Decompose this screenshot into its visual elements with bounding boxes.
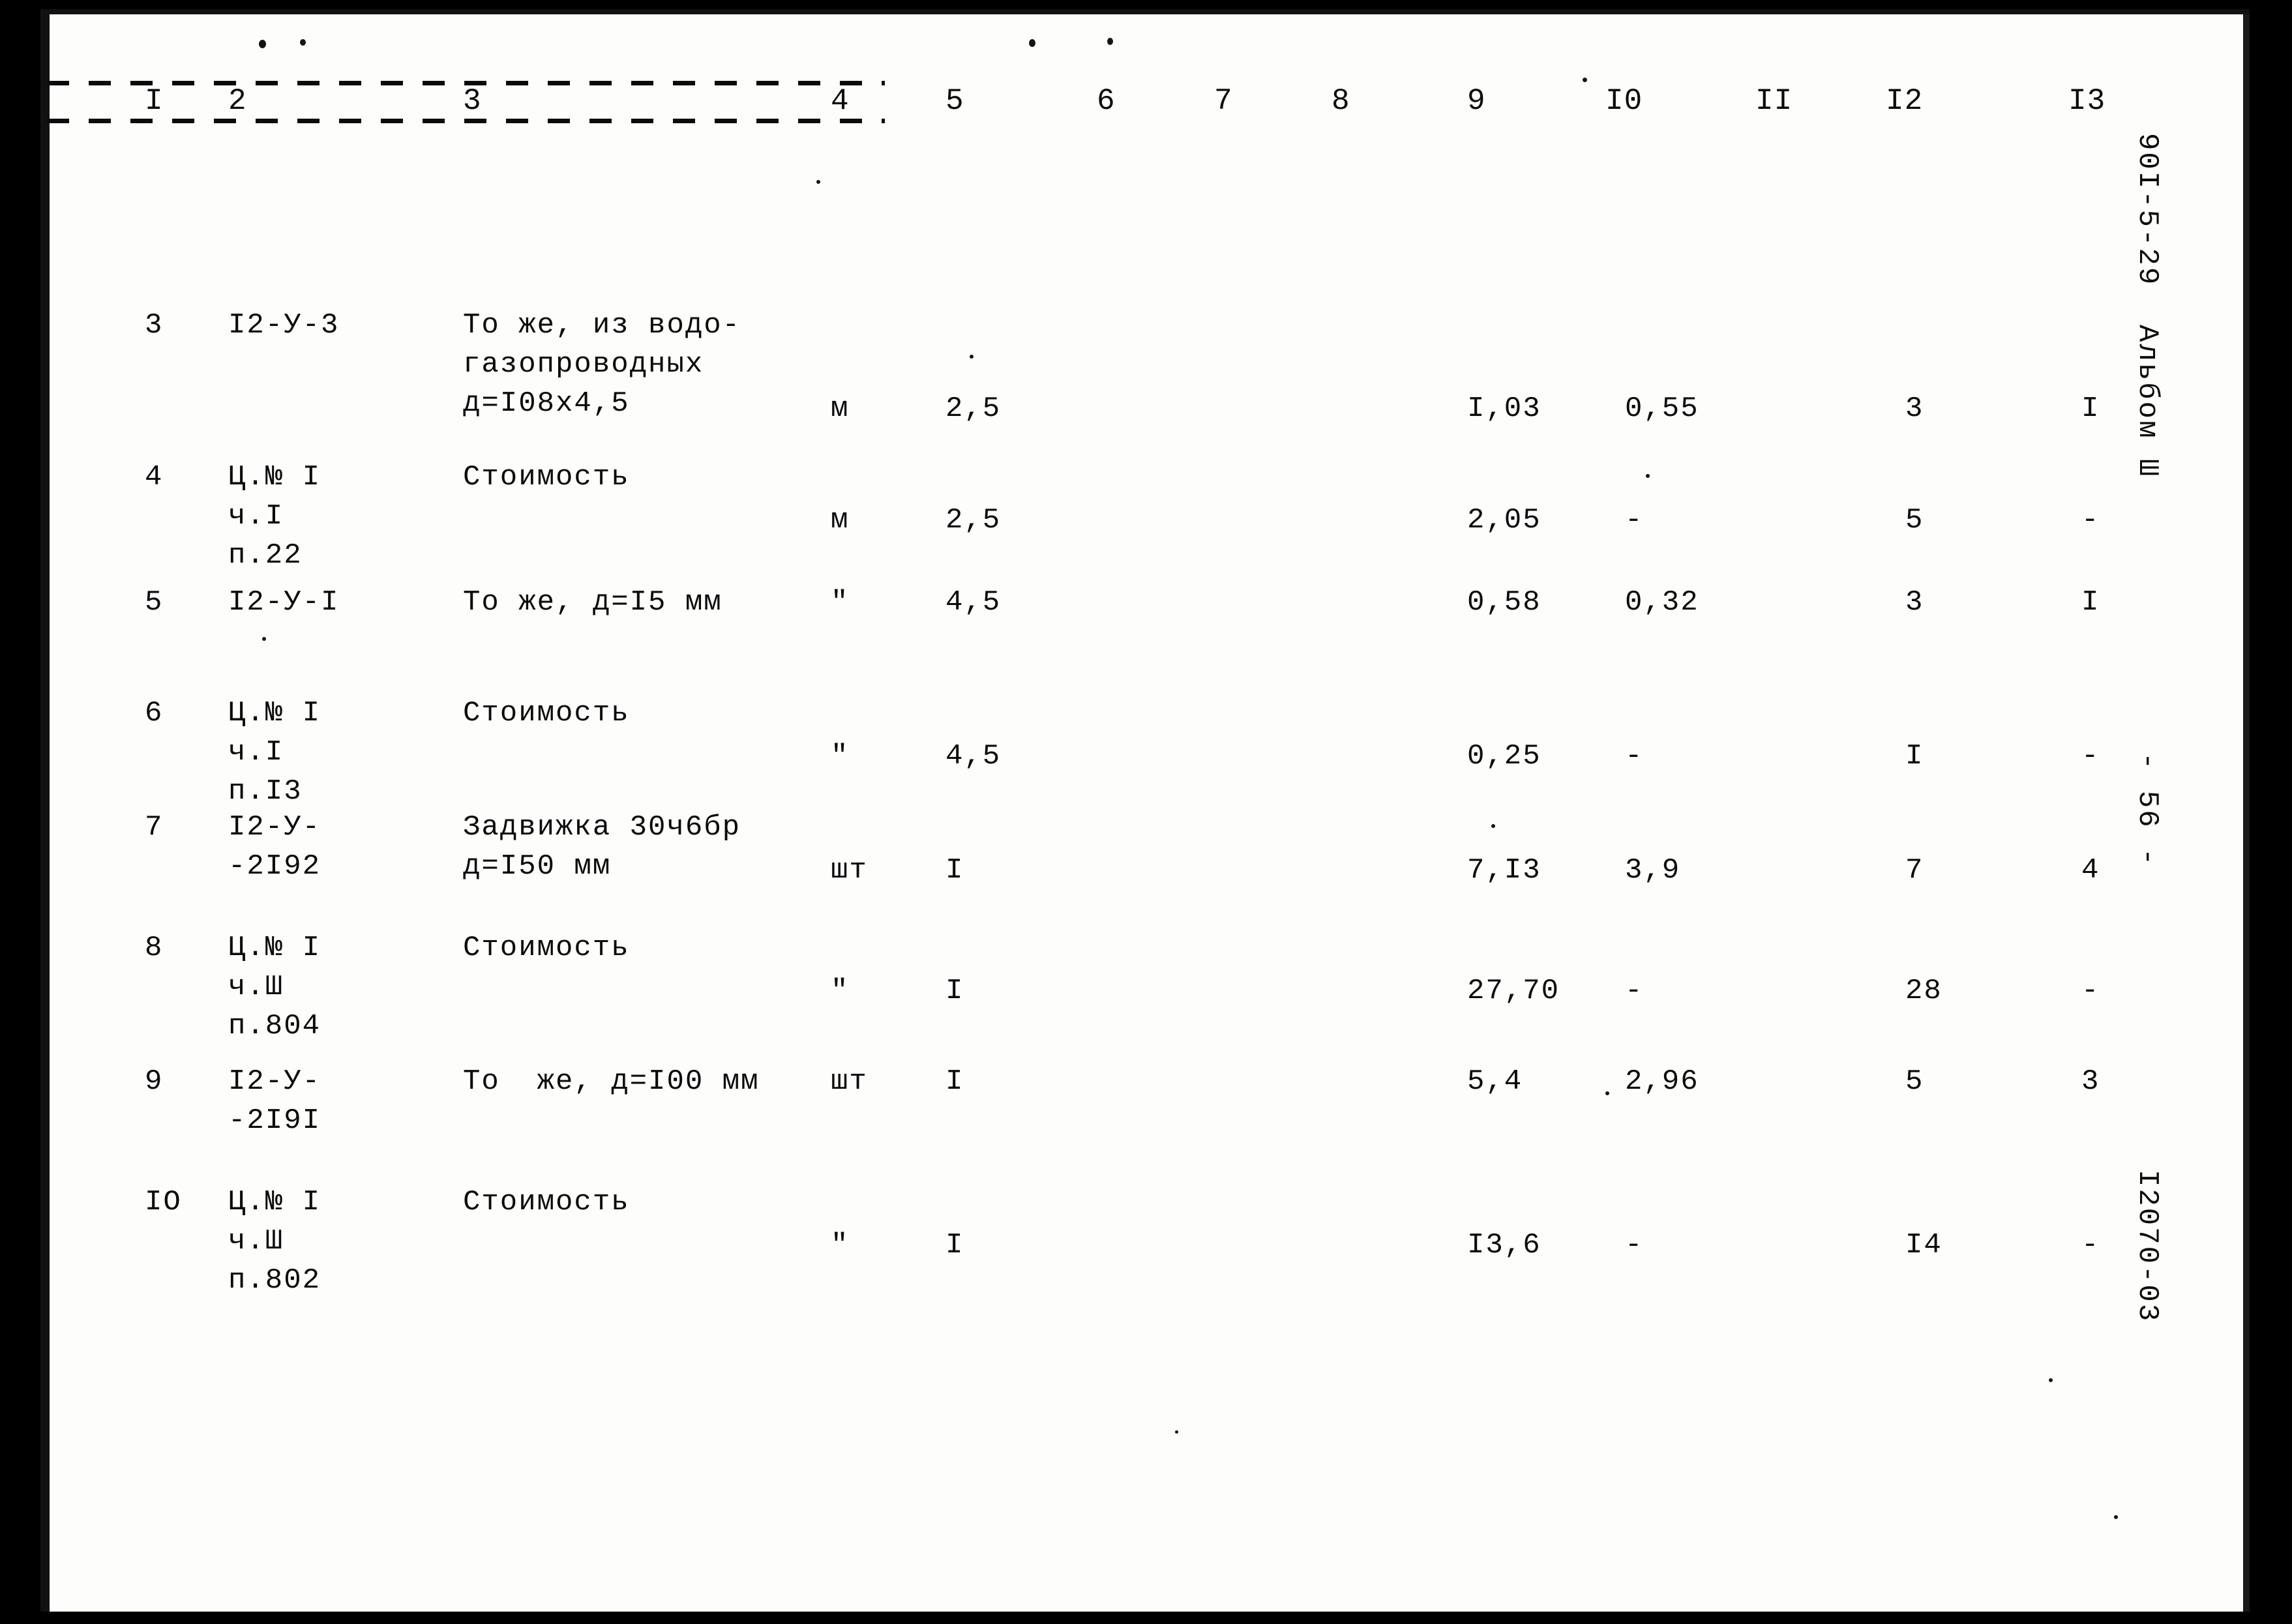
cell-unit: м xyxy=(831,504,850,537)
cell-qty: 2,5 xyxy=(945,504,1002,537)
scan-speckle xyxy=(1491,824,1495,828)
cell-c9: I3,6 xyxy=(1467,1229,1541,1262)
cell-num: 4 xyxy=(145,461,164,494)
cell-c12: 5 xyxy=(1905,504,1924,537)
cell-unit: шт xyxy=(831,854,868,887)
cell-c12: 28 xyxy=(1905,975,1942,1007)
cell-c9: I,03 xyxy=(1467,392,1541,425)
scan-speckle xyxy=(262,637,266,641)
cell-code: Ц.№ I ч.Ш п.804 xyxy=(228,932,321,1042)
cell-num: 7 xyxy=(145,811,164,844)
cell-unit: " xyxy=(831,1229,850,1262)
cell-qty: 2,5 xyxy=(945,392,1002,425)
cell-c9: 5,4 xyxy=(1467,1065,1523,1098)
cell-c10: - xyxy=(1625,740,1644,773)
drawing-number-stamp: I2070-03 xyxy=(2131,1170,2164,1323)
cell-desc: Задвижка 30ч6бр д=I50 мм xyxy=(463,811,741,883)
cell-num: 6 xyxy=(145,697,164,730)
cell-c13: - xyxy=(2081,740,2100,773)
page-number-stamp: - 56 - xyxy=(2131,752,2164,868)
cell-unit: шт xyxy=(831,1065,868,1098)
scan-speckle xyxy=(1029,39,1035,47)
cell-c10: 3,9 xyxy=(1625,854,1681,887)
cell-num: 9 xyxy=(145,1065,164,1098)
cell-code: I2-У-I xyxy=(228,586,340,619)
scanned-page: I 2 3 4 5 6 7 8 9 I0 II I2 I3 3 I2-У-3 То же, из водо-… xyxy=(0,0,2292,1624)
cell-c10: 0,55 xyxy=(1625,392,1699,425)
cell-c12: 5 xyxy=(1905,1065,1924,1098)
cell-desc: Стоимость xyxy=(463,932,630,964)
cell-c13: 4 xyxy=(2081,854,2100,887)
cell-desc: Стоимость xyxy=(463,697,630,730)
cell-c13: - xyxy=(2081,975,2100,1007)
scan-speckle xyxy=(300,39,306,46)
cell-c13: - xyxy=(2081,1229,2100,1262)
scan-speckle xyxy=(970,355,974,359)
cell-c13: - xyxy=(2081,504,2100,537)
cell-num: IO xyxy=(145,1186,182,1218)
cell-c10: - xyxy=(1625,1229,1644,1262)
cell-code: Ц.№ I ч.I п.22 xyxy=(228,461,321,572)
cell-qty: 4,5 xyxy=(945,740,1002,773)
sheet-code-stamp: 90I-5-29 Альбом Ш xyxy=(2131,133,2164,479)
cell-c10: - xyxy=(1625,975,1644,1007)
cell-unit: м xyxy=(831,392,850,425)
cell-desc: То же, из водо- газопроводных д=I08х4,5 xyxy=(463,309,741,420)
cell-c9: 2,05 xyxy=(1467,504,1541,537)
cell-qty: 4,5 xyxy=(945,586,1002,619)
scan-speckle xyxy=(1605,1091,1609,1095)
scan-speckle xyxy=(1646,474,1650,478)
cell-code: Ц.№ I ч.Ш п.802 xyxy=(228,1186,321,1297)
cell-qty: I xyxy=(945,854,964,887)
cell-code: I2-У-3 xyxy=(228,309,340,342)
cell-num: 3 xyxy=(145,309,164,342)
cell-c10: - xyxy=(1625,504,1644,537)
cell-c9: 7,I3 xyxy=(1467,854,1541,887)
document-sheet: I 2 3 4 5 6 7 8 9 I0 II I2 I3 3 I2-У-3 То же, из водо-… xyxy=(40,9,2250,1612)
cell-unit: " xyxy=(831,586,850,619)
scan-speckle xyxy=(1583,78,1587,82)
scan-speckle xyxy=(816,180,820,184)
cell-c10: 0,32 xyxy=(1625,586,1699,619)
cell-c9: 0,25 xyxy=(1467,740,1541,773)
cell-c12: I xyxy=(1905,740,1924,773)
scan-speckle xyxy=(2114,1515,2118,1519)
scan-speckle xyxy=(1107,38,1113,45)
cell-c12: I4 xyxy=(1905,1229,1942,1262)
cell-unit: " xyxy=(831,740,850,773)
scan-speckle xyxy=(1175,1430,1178,1434)
cell-desc: Стоимость xyxy=(463,1186,630,1218)
cell-desc: То же, д=I5 мм xyxy=(463,586,722,619)
cell-c10: 2,96 xyxy=(1625,1065,1699,1098)
cell-num: 5 xyxy=(145,586,164,619)
cell-qty: I xyxy=(945,1229,964,1262)
scan-speckle xyxy=(2049,1378,2053,1382)
cell-desc: То же, д=I00 мм xyxy=(463,1065,760,1098)
cell-num: 8 xyxy=(145,932,164,964)
cell-c13: 3 xyxy=(2081,1065,2100,1098)
cell-qty: I xyxy=(945,975,964,1007)
cell-unit: " xyxy=(831,975,850,1007)
scan-speckle xyxy=(259,40,266,48)
cell-c9: 27,70 xyxy=(1467,975,1560,1007)
cell-qty: I xyxy=(945,1065,964,1098)
cell-code: I2-У- -2I9I xyxy=(228,1065,321,1137)
cell-code: Ц.№ I ч.I п.I3 xyxy=(228,697,321,808)
cell-c12: 3 xyxy=(1905,586,1924,619)
cell-code: I2-У- -2I92 xyxy=(228,811,321,883)
cell-c13: I xyxy=(2081,392,2100,425)
cell-c12: 3 xyxy=(1905,392,1924,425)
cell-c13: I xyxy=(2081,586,2100,619)
table-body: 3 I2-У-3 То же, из водо- газопроводных д=I… xyxy=(40,9,2250,1612)
cell-c9: 0,58 xyxy=(1467,586,1541,619)
cell-desc: Стоимость xyxy=(463,461,630,494)
cell-c12: 7 xyxy=(1905,854,1924,887)
